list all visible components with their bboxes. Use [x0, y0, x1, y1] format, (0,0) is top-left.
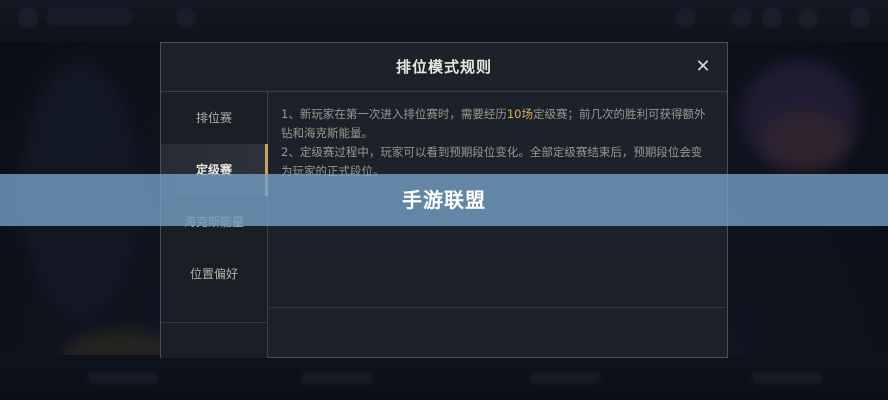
tab-ranked[interactable]: 排位赛 — [161, 92, 267, 144]
rules-content: 1、新玩家在第一次进入排位赛时，需要经历10场定级赛；前几次的胜利可获得额外钻和… — [281, 105, 711, 181]
content-divider — [268, 307, 726, 308]
tab-position-preference[interactable]: 位置偏好 — [161, 248, 267, 300]
sidebar-divider — [161, 322, 267, 323]
watermark-text: 手游联盟 — [402, 188, 486, 212]
rule-1-pre: 1、新玩家在第一次进入排位赛时，需要经历 — [281, 107, 507, 121]
modal-title: 排位模式规则 — [395, 58, 492, 76]
rule-1-highlight: 10场 — [506, 107, 533, 121]
modal-header: 排位模式规则 ✕ — [161, 43, 727, 92]
close-icon[interactable]: ✕ — [693, 57, 713, 77]
rule-1: 1、新玩家在第一次进入排位赛时，需要经历10场定级赛；前几次的胜利可获得额外钻和… — [281, 105, 711, 143]
